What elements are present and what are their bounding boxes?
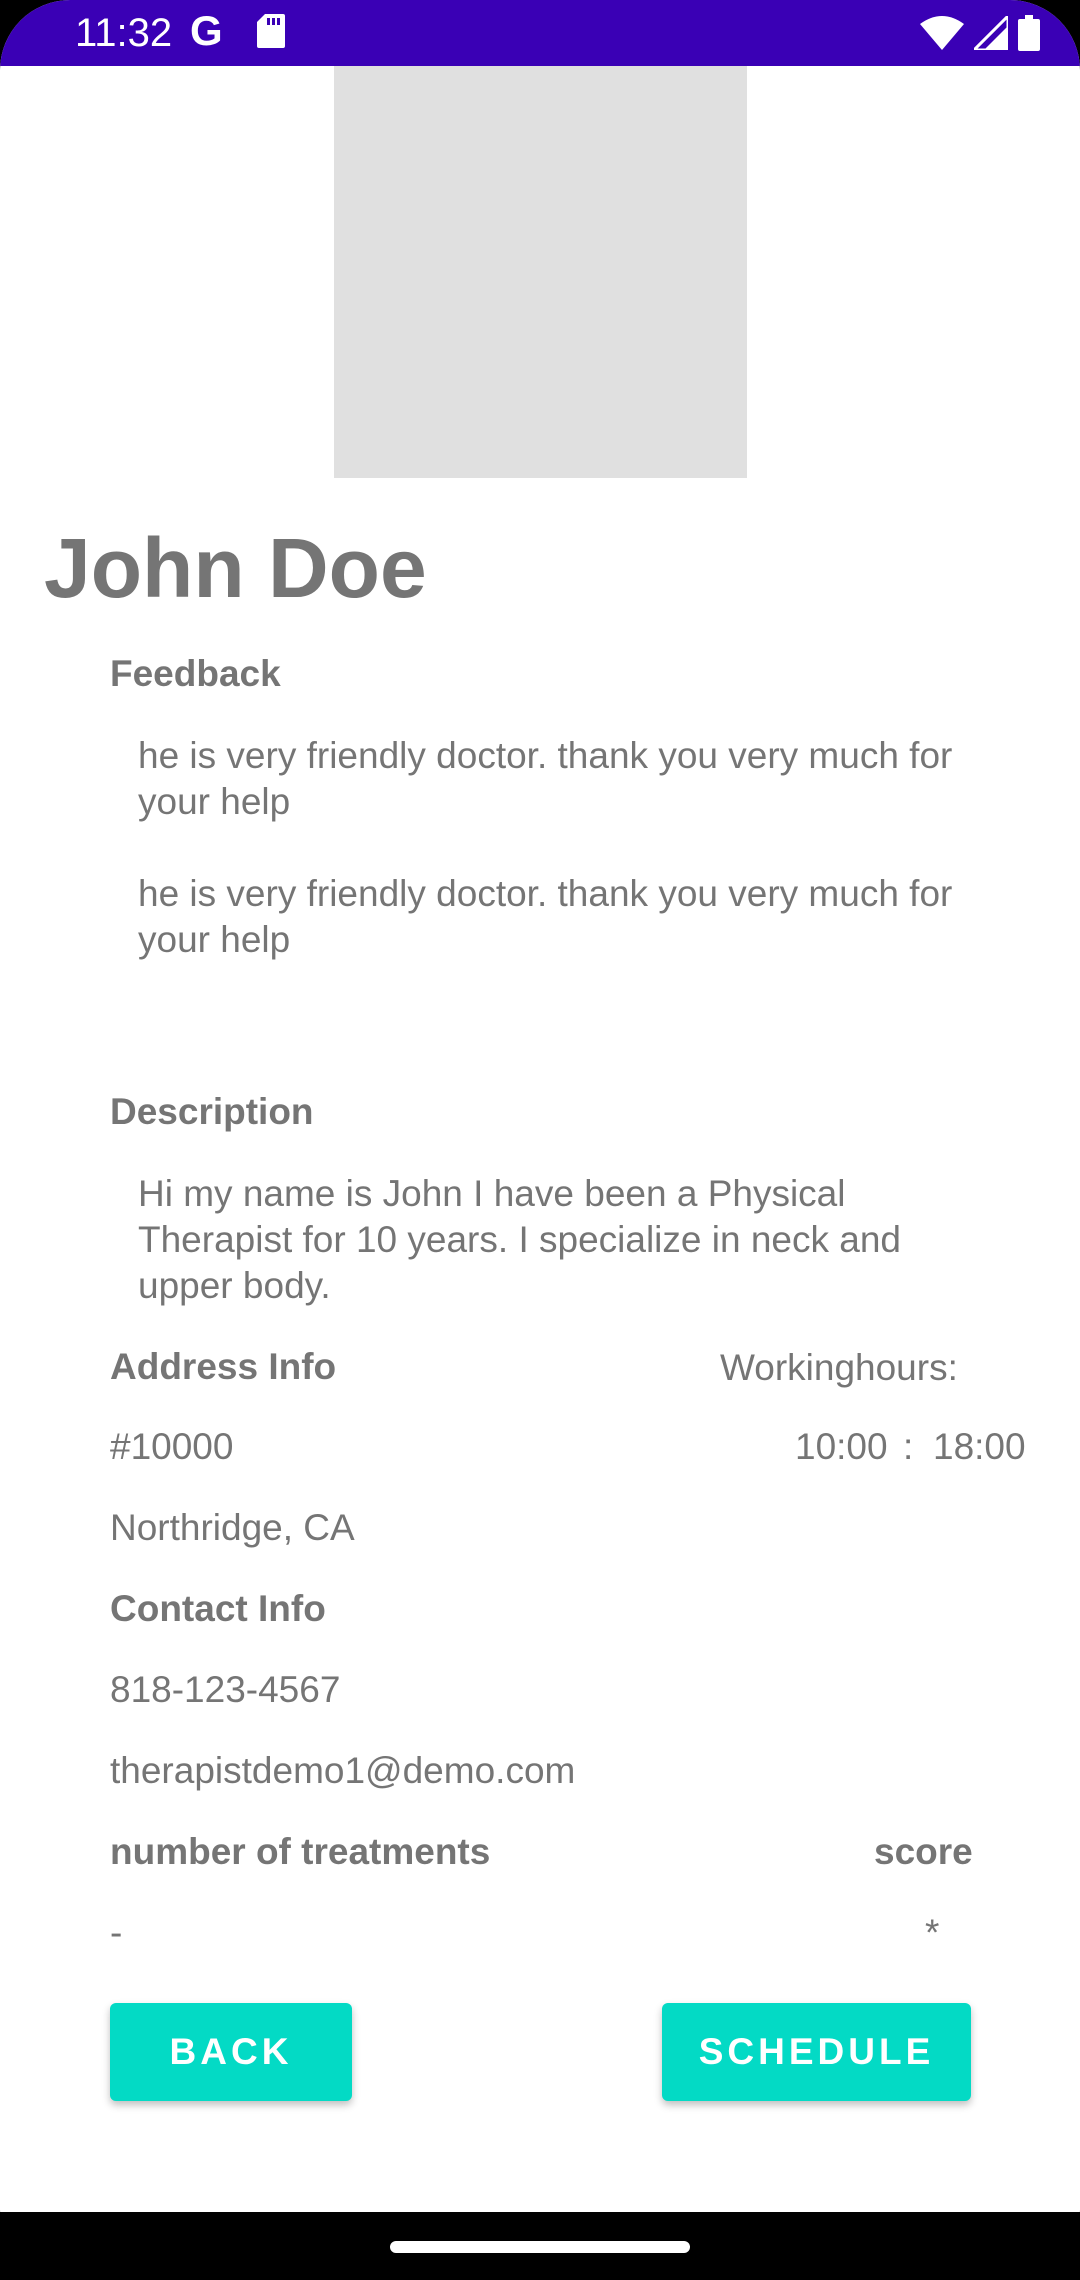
contact-email: therapistdemo1@demo.com [110,1750,576,1791]
g-icon: G [190,7,223,54]
treatments-label: number of treatments [110,1831,491,1872]
address-line2: Northridge, CA [110,1507,355,1548]
working-hours-label: Workinghours: [720,1347,958,1388]
score-label: score [874,1831,973,1872]
battery-icon [1018,15,1040,51]
therapist-name: John Doe [44,521,427,615]
description-text: Hi my name is John I have been a Physica… [138,1173,901,1306]
contact-info-label: Contact Info [110,1588,326,1629]
feedback-item: he is very friendly doctor. thank you ve… [138,873,953,960]
contact-phone: 818-123-4567 [110,1669,341,1710]
schedule-button[interactable]: SCHEDULE [662,2003,971,2101]
home-indicator[interactable] [390,2241,690,2253]
treatments-value: - [110,1912,123,1953]
status-bar: 11:32 G [0,0,1080,66]
address-info-label: Address Info [110,1346,337,1387]
screen: 11:32 G John Doe Feedback he is very fri… [0,0,1080,2280]
back-button[interactable]: BACK [110,2003,352,2101]
status-time: 11:32 [75,11,173,55]
working-hours-start: 10:00 [795,1426,888,1467]
signal-icon [974,16,1008,50]
description-label: Description [110,1091,314,1132]
wifi-icon [920,16,964,50]
profile-photo-placeholder [334,66,747,478]
feedback-label: Feedback [110,653,281,694]
sd-card-icon [257,14,285,48]
working-hours-separator: : [903,1426,914,1467]
working-hours-end: 18:00 [933,1426,1026,1467]
status-icons [920,13,1040,53]
address-line1: #10000 [110,1426,234,1467]
score-value: * [925,1912,940,1953]
feedback-item: he is very friendly doctor. thank you ve… [138,735,953,822]
